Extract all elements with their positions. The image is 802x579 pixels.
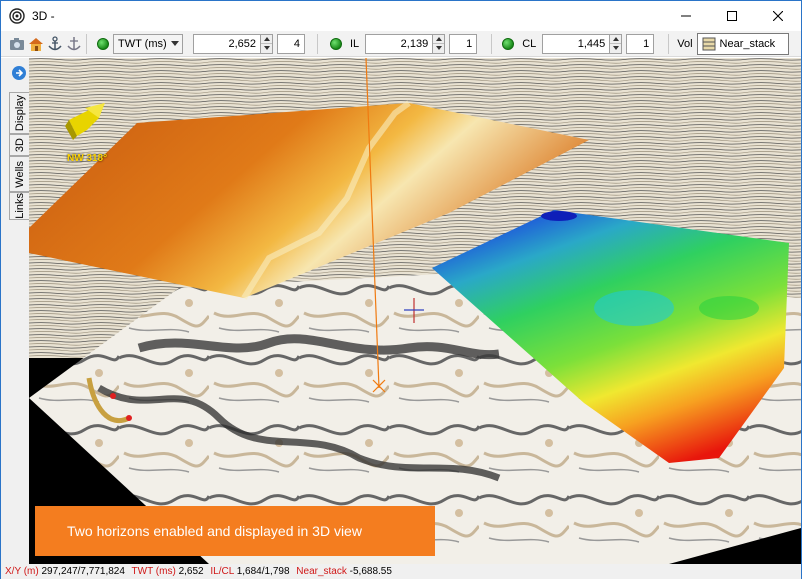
app-window: 3D - TWT (ms) 2,652 4 IL 2,139 1 CL 1,44…: [0, 0, 802, 579]
crossline-step-input[interactable]: 1: [626, 33, 655, 54]
minimize-icon: [681, 15, 691, 17]
volume-selector[interactable]: Near_stack: [696, 32, 789, 55]
arrow-right-icon: [16, 69, 24, 77]
toolbar-separator: [317, 33, 318, 54]
home-button[interactable]: [28, 36, 44, 52]
anchor-alt-icon: [67, 36, 81, 50]
volume-label: Vol: [677, 37, 693, 50]
crossline-value-input[interactable]: 1,445: [542, 33, 611, 54]
crossline-label: CL: [522, 37, 537, 50]
time-value-input[interactable]: 2,652: [193, 33, 261, 54]
anchor-alt-button[interactable]: [66, 36, 82, 52]
status-bar: X/Y (m) 297,247/7,771,824 TWT (ms) 2,652…: [1, 564, 801, 579]
toolbar-separator: [668, 33, 670, 54]
camera-icon: [10, 37, 24, 50]
close-icon: [773, 11, 783, 21]
spin-down-icon[interactable]: [261, 43, 272, 53]
toolbar-separator: [86, 33, 87, 54]
spin-up-icon[interactable]: [261, 35, 272, 44]
navigate-button[interactable]: [12, 66, 26, 80]
close-button[interactable]: [755, 1, 801, 31]
tab-display[interactable]: Display: [9, 92, 29, 134]
status-ilcl-key: IL/CL: [210, 566, 234, 577]
time-mode-value: TWT (ms): [118, 37, 167, 50]
inline-spinner[interactable]: [433, 33, 446, 54]
tab-links-label: Links: [13, 193, 26, 219]
anchor-button[interactable]: [47, 35, 63, 52]
tab-links[interactable]: Links: [9, 192, 29, 220]
home-icon: [29, 37, 43, 51]
status-vol-key: Near_stack: [296, 566, 347, 577]
tab-3d-label: 3D: [13, 137, 26, 153]
status-xy-key: X/Y (m): [5, 566, 39, 577]
time-spinner[interactable]: [261, 33, 273, 54]
time-mode-select[interactable]: TWT (ms): [113, 33, 183, 54]
crossline-toggle[interactable]: [502, 37, 515, 50]
title-bar: 3D -: [1, 1, 801, 31]
app-icon: [9, 8, 25, 24]
status-twt-key: TWT (ms): [131, 566, 176, 577]
inline-step-input[interactable]: 1: [449, 33, 478, 54]
toolbar: TWT (ms) 2,652 4 IL 2,139 1 CL 1,445 1 V…: [1, 31, 801, 57]
camera-button[interactable]: [9, 36, 25, 52]
3d-scene: [29, 58, 801, 564]
tab-3d[interactable]: 3D: [9, 134, 29, 156]
spin-up-icon[interactable]: [610, 35, 621, 44]
chevron-down-icon: [171, 40, 179, 46]
spin-up-icon[interactable]: [433, 35, 444, 44]
minimize-button[interactable]: [663, 1, 709, 31]
volume-name: Near_stack: [719, 37, 776, 50]
inline-value-input[interactable]: 2,139: [365, 33, 434, 54]
status-vol-value: -5,688.55: [349, 566, 392, 577]
time-slice-toggle[interactable]: [97, 37, 109, 50]
status-twt-value: 2,652: [178, 566, 204, 577]
compass-label: NW 318°: [67, 153, 108, 164]
anchor-icon: [48, 35, 62, 50]
spin-down-icon[interactable]: [433, 43, 445, 53]
tab-wells[interactable]: Wells: [9, 156, 29, 192]
status-xy-value: 297,247/7,771,824: [41, 566, 125, 577]
status-ilcl-value: 1,684/1,798: [236, 566, 290, 577]
time-step-input[interactable]: 4: [277, 33, 305, 54]
tab-wells-label: Wells: [13, 160, 26, 188]
3d-viewport[interactable]: [29, 58, 801, 564]
spin-down-icon[interactable]: [610, 43, 622, 53]
toolbar-separator: [491, 33, 493, 54]
caption-banner: Two horizons enabled and displayed in 3D…: [35, 506, 435, 556]
inline-toggle[interactable]: [330, 37, 342, 50]
volume-icon: [702, 37, 716, 50]
sidebar: Display 3D Wells Links: [1, 58, 29, 564]
maximize-button[interactable]: [709, 1, 755, 31]
window-title: 3D -: [32, 9, 55, 23]
window-controls: [663, 1, 801, 31]
crossline-spinner[interactable]: [610, 33, 623, 54]
maximize-icon: [727, 11, 737, 21]
tab-display-label: Display: [13, 94, 26, 132]
inline-label: IL: [350, 37, 360, 50]
